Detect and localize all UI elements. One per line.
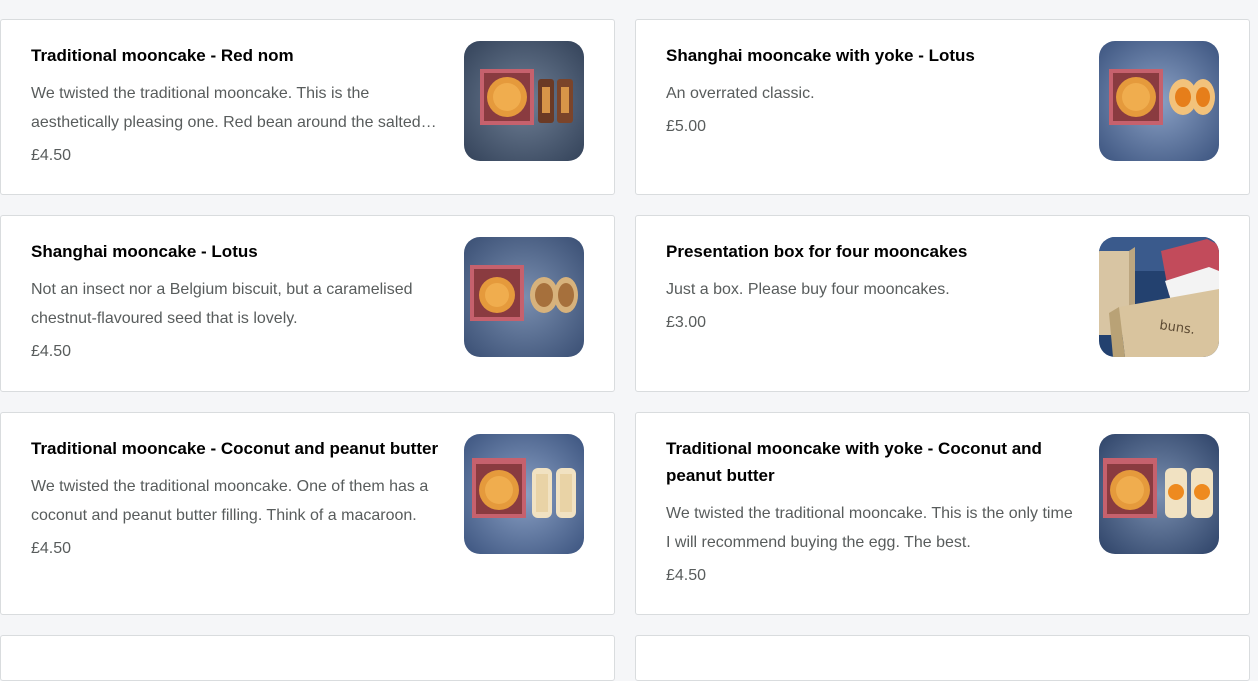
menu-item-text: Shanghai mooncake - Lotus Not an insect …: [31, 238, 439, 364]
menu-item-text: Traditional mooncake - Red nom We twiste…: [31, 42, 439, 168]
mooncake-coconut-yolk-photo-icon[interactable]: [1099, 434, 1219, 554]
menu-item-text: Traditional mooncake with yoke - Coconut…: [666, 435, 1074, 588]
mooncake-yolk-photo-icon[interactable]: [1099, 41, 1219, 161]
menu-item-text: Shanghai mooncake with yoke - Lotus An o…: [666, 42, 1074, 139]
menu-item-card[interactable]: Shanghai mooncake with yoke - Lotus An o…: [635, 19, 1250, 195]
menu-item-price: £5.00: [666, 118, 707, 135]
menu-item-title: Shanghai mooncake - Lotus: [31, 242, 258, 261]
mooncake-lotus-photo-icon[interactable]: [464, 237, 584, 357]
menu-item-price: £4.50: [31, 343, 72, 360]
menu-item-card-partial[interactable]: [0, 635, 615, 681]
menu-item-title: Traditional mooncake - Red nom: [31, 46, 294, 65]
menu-item-price: £4.50: [666, 567, 707, 584]
menu-item-card[interactable]: Presentation box for four mooncakes Just…: [635, 215, 1250, 392]
menu-item-description: We twisted the traditional mooncake. Thi…: [31, 85, 421, 131]
menu-grid: Traditional mooncake - Red nom We twiste…: [0, 19, 1258, 681]
menu-item-title: Shanghai mooncake with yoke - Lotus: [666, 46, 975, 65]
menu-item-price: £4.50: [31, 147, 72, 164]
presentation-box-photo-icon[interactable]: buns.: [1099, 237, 1219, 357]
menu-item-card[interactable]: Traditional mooncake - Coconut and peanu…: [0, 412, 615, 615]
menu-item-text: Traditional mooncake - Coconut and peanu…: [31, 435, 439, 561]
menu-item-price: £4.50: [31, 540, 72, 557]
menu-item-card[interactable]: Shanghai mooncake - Lotus Not an insect …: [0, 215, 615, 392]
menu-item-title: Traditional mooncake - Coconut and peanu…: [31, 439, 439, 458]
menu-item-description: Not an insect nor a Belgium biscuit, but…: [31, 281, 413, 327]
menu-item-text: Presentation box for four mooncakes Just…: [666, 238, 1074, 335]
mooncake-coconut-photo-icon[interactable]: [464, 434, 584, 554]
menu-item-description: An overrated classic.: [666, 85, 815, 102]
menu-item-description: We twisted the traditional mooncake. One…: [31, 478, 429, 524]
menu-item-card-partial[interactable]: [635, 635, 1250, 681]
menu-item-description: Just a box. Please buy four mooncakes.: [666, 281, 950, 298]
menu-item-price: £3.00: [666, 314, 707, 331]
menu-item-card[interactable]: Traditional mooncake with yoke - Coconut…: [635, 412, 1250, 615]
menu-item-title: Presentation box for four mooncakes: [666, 242, 968, 261]
menu-item-title: Traditional mooncake with yoke - Coconut…: [666, 439, 1042, 485]
menu-item-description: We twisted the traditional mooncake. Thi…: [666, 505, 1073, 551]
mooncake-box-photo-icon[interactable]: [464, 41, 584, 161]
menu-item-card[interactable]: Traditional mooncake - Red nom We twiste…: [0, 19, 615, 195]
